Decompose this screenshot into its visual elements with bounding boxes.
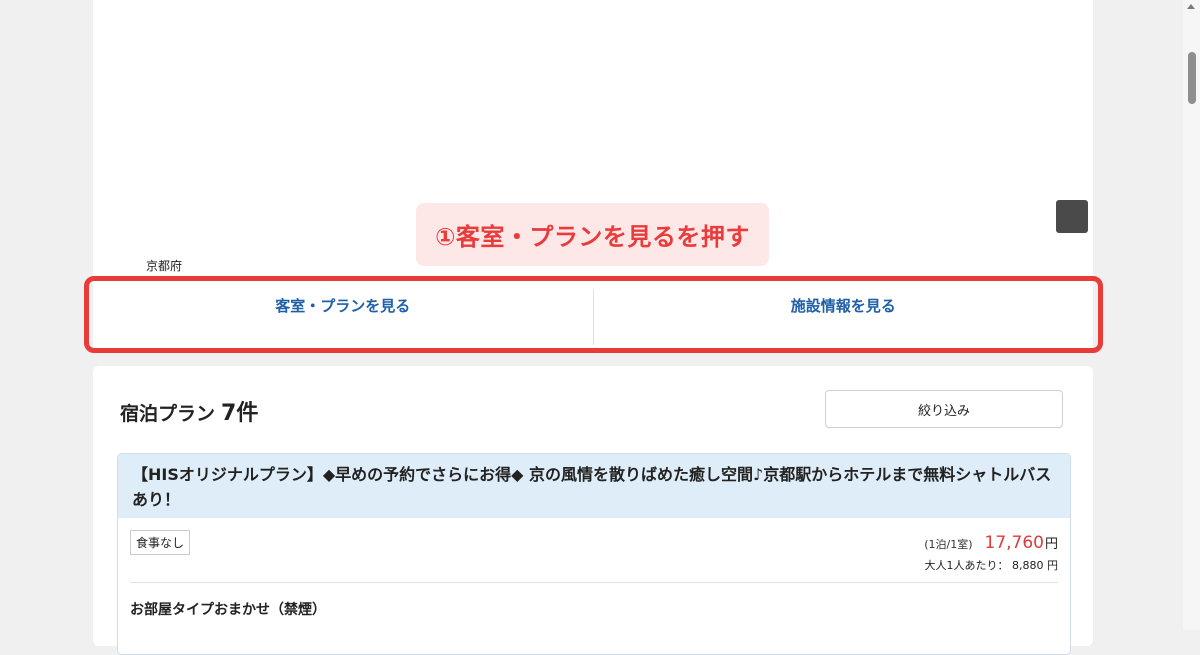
price-unit: 円 <box>1044 537 1058 552</box>
plans-count: 7件 <box>221 401 259 426</box>
meal-tag: 食事なし <box>130 530 191 555</box>
price-value: 17,760 <box>984 533 1044 553</box>
plan-card: 【HISオリジナルプラン】◆早めの予約でさらにお得◆ 京の風情を散りばめた癒し空… <box>117 453 1071 655</box>
instruction-callout: ①客室・プランを見るを押す <box>416 203 769 266</box>
tab-facility-info[interactable]: 施設情報を見る <box>594 285 1094 345</box>
page: 京都府 ①客室・プランを見るを押す 客室・プランを見る 施設情報を見る 宿泊プラ… <box>0 0 1200 655</box>
price-note: (1泊/1室) <box>924 538 973 551</box>
plans-heading: 宿泊プラン 7件 <box>120 395 258 427</box>
plans-title: 宿泊プラン <box>120 403 216 425</box>
filter-button[interactable]: 絞り込み <box>825 390 1063 428</box>
card-divider <box>130 582 1058 583</box>
per-person-price: 大人1人あたり： 8,880 円 <box>924 559 1058 572</box>
map-control-button[interactable] <box>1056 200 1088 233</box>
hotel-nav-tabs: 客室・プランを見る 施設情報を見る <box>93 285 1093 345</box>
price-block: (1泊/1室) 17,760 円 大人1人あたり： 8,880 円 <box>924 533 1058 573</box>
tab-rooms-plans[interactable]: 客室・プランを見る <box>93 285 593 345</box>
plan-name[interactable]: 【HISオリジナルプラン】◆早めの予約でさらにお得◆ 京の風情を散りばめた癒し空… <box>118 454 1070 518</box>
prefecture-label: 京都府 <box>146 259 183 273</box>
scroll-up-arrow-icon[interactable] <box>1187 4 1195 9</box>
room-type: お部屋タイプおまかせ（禁煙） <box>130 602 326 618</box>
scroll-thumb[interactable] <box>1188 52 1196 104</box>
vertical-scrollbar[interactable] <box>1183 0 1200 630</box>
plans-panel: 宿泊プラン 7件 絞り込み 【HISオリジナルプラン】◆早めの予約でさらにお得◆ … <box>93 366 1093 655</box>
